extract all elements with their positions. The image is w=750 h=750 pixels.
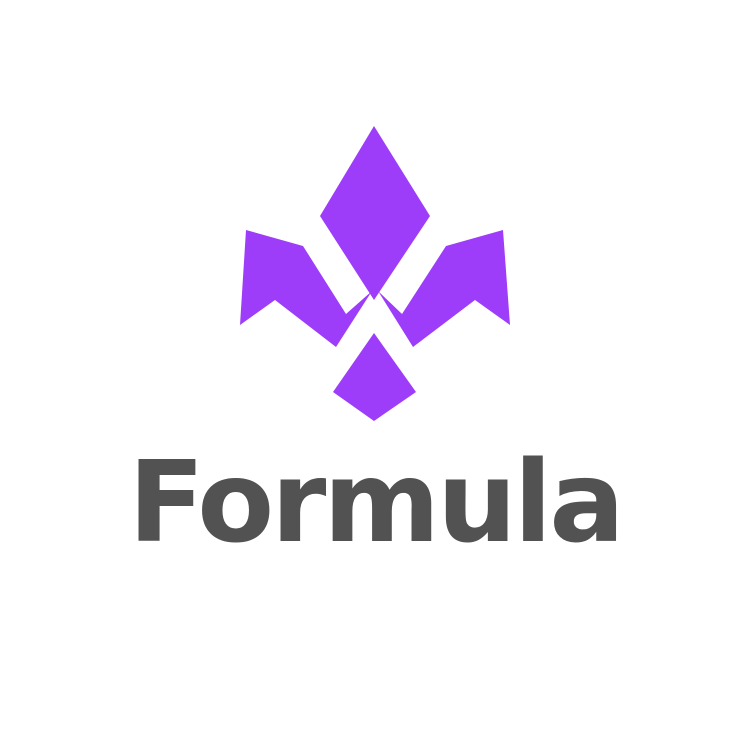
fleur-de-lis-icon [240,126,510,421]
logo-top-diamond [320,126,430,300]
logo-canvas: Formula [0,0,750,750]
logo-bottom-diamond [333,333,416,421]
brand-wordmark: Formula [128,438,625,568]
